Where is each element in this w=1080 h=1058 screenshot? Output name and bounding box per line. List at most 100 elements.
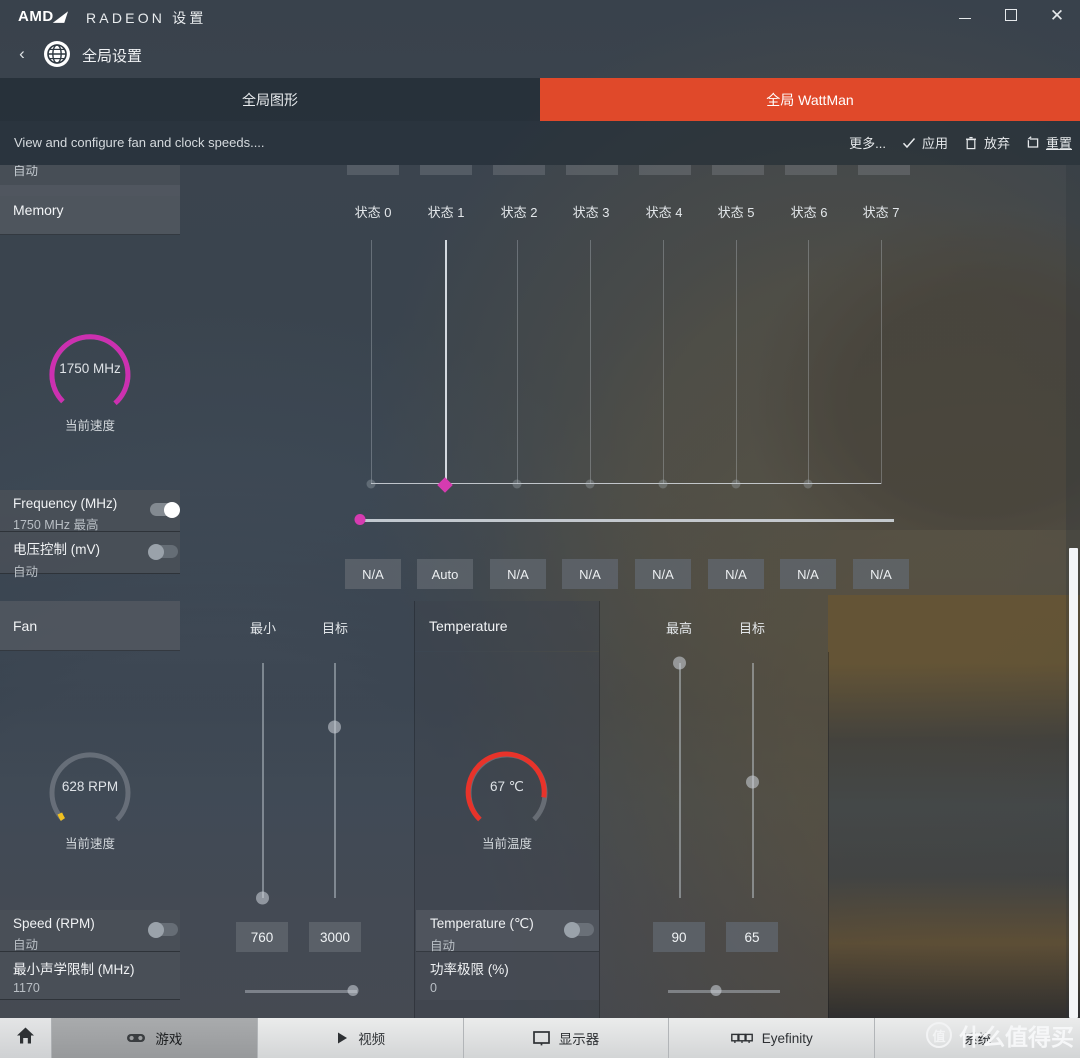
graph-gridline-1-active [445, 240, 447, 484]
fan-target-slider-track [334, 663, 336, 898]
breadcrumb-label: 全局设置 [82, 45, 142, 66]
fan-min-slider[interactable] [256, 663, 270, 898]
graph-node-2[interactable] [513, 480, 522, 489]
maximize-button[interactable] [988, 0, 1034, 30]
back-button[interactable]: ‹ [10, 42, 34, 66]
discard-button[interactable]: 放弃 [964, 133, 1010, 152]
temp-panel-right-divider [599, 601, 600, 1018]
state-value-5[interactable]: N/A [708, 559, 764, 589]
home-icon [16, 1026, 35, 1050]
state-header-4: 状态 4 [646, 202, 683, 221]
fan-target-value[interactable]: 3000 [309, 922, 361, 952]
state-value-2[interactable]: N/A [490, 559, 546, 589]
state-value-0[interactable]: N/A [345, 559, 401, 589]
apply-button[interactable]: 应用 [902, 133, 948, 152]
clipped-value-4 [639, 165, 691, 175]
memory-state-graph[interactable] [371, 240, 881, 484]
close-button[interactable]: ✕ [1034, 0, 1080, 30]
nav-item-display-label: 显示器 [559, 1028, 600, 1048]
state-header-6: 状态 6 [791, 202, 828, 221]
amd-logo-text: AMD [18, 8, 54, 25]
temp-max-slider-track [679, 663, 681, 898]
clipped-value-2 [493, 165, 545, 175]
clipped-row-sub: 自动 [13, 165, 38, 179]
temperature-gauge-value: 67 ℃ [415, 779, 599, 795]
nav-item-eyefinity[interactable]: Eyefinity [669, 1018, 875, 1058]
fan-min-value[interactable]: 760 [236, 922, 288, 952]
power-limit-slider[interactable] [668, 981, 780, 1001]
state-value-3[interactable]: N/A [562, 559, 618, 589]
graph-gridline-4 [663, 240, 664, 484]
state-header-3: 状态 3 [573, 202, 610, 221]
row-fan-speed-toggle[interactable] [150, 923, 178, 936]
row-temperature[interactable]: Temperature (℃) 自动 [416, 910, 599, 952]
state-value-7[interactable]: N/A [853, 559, 909, 589]
temp-max-slider-thumb[interactable] [673, 657, 686, 670]
memory-frequency-slider-thumb[interactable] [355, 514, 366, 525]
minimize-button[interactable] [942, 0, 988, 30]
action-buttons: 更多... 应用 放弃 [849, 133, 1072, 152]
graph-gridline-3 [590, 240, 591, 484]
temperature-gauge: 67 ℃ 当前温度 [415, 735, 599, 865]
page-description: View and configure fan and clock speeds.… [14, 135, 265, 150]
tab-global-wattman[interactable]: 全局 WattMan [540, 78, 1080, 121]
row-frequency-toggle[interactable] [150, 503, 178, 516]
temp-max-value[interactable]: 90 [653, 922, 705, 952]
reset-button[interactable]: 重置 [1026, 133, 1072, 152]
state-value-1-text: Auto [432, 567, 459, 582]
state-value-4-text: N/A [652, 567, 674, 582]
row-voltage-control[interactable]: 电压控制 (mV) 自动 [0, 532, 180, 574]
temp-target-value[interactable]: 65 [726, 922, 778, 952]
row-fan-speed[interactable]: Speed (RPM) 自动 [0, 910, 180, 952]
memory-frequency-slider[interactable] [356, 510, 894, 530]
row-voltage-toggle[interactable] [150, 545, 178, 558]
acoustic-limit-slider-thumb[interactable] [348, 985, 359, 996]
vertical-scrollbar-thumb[interactable] [1069, 548, 1078, 1018]
vertical-scrollbar[interactable] [1066, 165, 1080, 1018]
window-title: RADEON 设置 [86, 8, 207, 28]
temp-target-slider-thumb[interactable] [746, 776, 759, 789]
memory-gauge-caption: 当前速度 [0, 415, 180, 434]
state-value-1[interactable]: Auto [417, 559, 473, 589]
more-button[interactable]: 更多... [849, 133, 886, 152]
state-value-4[interactable]: N/A [635, 559, 691, 589]
state-value-3-text: N/A [579, 567, 601, 582]
fan-min-slider-thumb[interactable] [256, 892, 269, 905]
graph-node-6[interactable] [804, 480, 813, 489]
nav-item-games[interactable]: 游戏 [52, 1018, 258, 1058]
graph-node-0[interactable] [367, 480, 376, 489]
graph-active-marker[interactable] [437, 477, 453, 493]
fan-target-slider[interactable] [328, 663, 342, 898]
state-value-0-text: N/A [362, 567, 384, 582]
power-limit-slider-thumb[interactable] [711, 985, 722, 996]
apply-button-label: 应用 [922, 133, 948, 152]
state-header-7: 状态 7 [863, 202, 900, 221]
row-frequency[interactable]: Frequency (MHz) 1750 MHz 最高 [0, 490, 180, 532]
fan-target-slider-thumb[interactable] [328, 721, 341, 734]
temp-target-slider[interactable] [746, 663, 760, 898]
graph-node-5[interactable] [732, 480, 741, 489]
row-temperature-toggle-knob [564, 922, 580, 938]
nav-item-video[interactable]: 视频 [258, 1018, 464, 1058]
state-value-6[interactable]: N/A [780, 559, 836, 589]
row-temperature-toggle[interactable] [566, 923, 594, 936]
maximize-icon [1005, 9, 1017, 21]
temp-max-slider[interactable] [673, 663, 687, 898]
radeon-settings-window: AMD◢ RADEON 设置 ✕ ‹ 全局设置 [0, 0, 1080, 1058]
clipped-value-0 [347, 165, 399, 175]
fan-col-target-label: 目标 [322, 618, 348, 637]
row-acoustic-limit[interactable]: 最小声学限制 (MHz) 1170 [0, 952, 180, 1000]
graph-node-4[interactable] [659, 480, 668, 489]
nav-item-display[interactable]: 显示器 [464, 1018, 670, 1058]
nav-item-system[interactable]: 系统 [875, 1018, 1080, 1058]
gamepad-icon [126, 1031, 146, 1045]
tab-global-graphics[interactable]: 全局图形 [0, 78, 540, 121]
graph-node-3[interactable] [586, 480, 595, 489]
acoustic-limit-slider[interactable] [245, 981, 357, 1001]
graph-gridline-2 [517, 240, 518, 484]
state-header-0: 状态 0 [355, 202, 392, 221]
nav-home-button[interactable] [0, 1018, 52, 1058]
nav-item-eyefinity-label: Eyefinity [762, 1031, 813, 1046]
row-power-limit[interactable]: 功率极限 (%) 0 [416, 952, 599, 1000]
clipped-value-5 [712, 165, 764, 175]
